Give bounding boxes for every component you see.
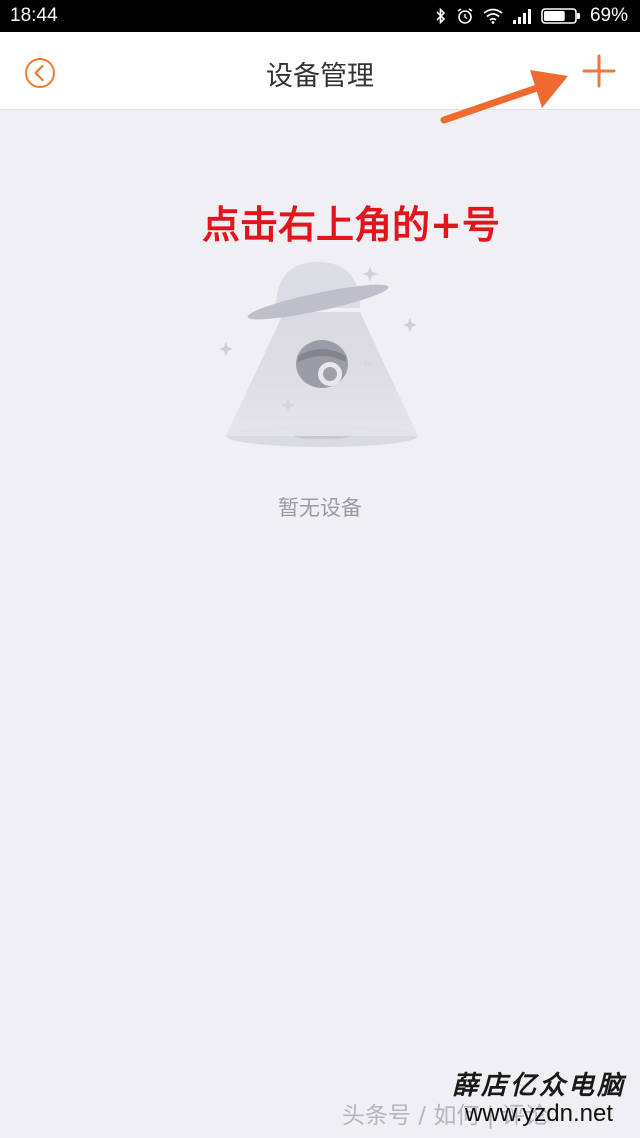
annotation-text: 点击右上角的+号 <box>202 203 500 247</box>
plus-icon <box>582 54 616 88</box>
add-device-button[interactable] <box>580 52 618 90</box>
empty-state-text: 暂无设备 <box>278 496 362 520</box>
alarm-icon <box>457 8 473 24</box>
status-bar: 18:44 69% <box>0 0 640 32</box>
battery-percent: 69% <box>589 5 628 26</box>
battery-icon <box>541 8 580 24</box>
wifi-icon <box>483 8 503 24</box>
bluetooth-icon <box>436 7 446 25</box>
status-time: 18:44 <box>10 5 58 26</box>
watermark-brand-name: 薛店亿众电脑 <box>451 1071 626 1101</box>
watermark-url: www.yzdn.net <box>464 1099 614 1127</box>
signal-icon <box>512 9 531 24</box>
watermark-brand: 薛店亿众电脑 www.yzdn.net <box>446 1072 632 1127</box>
status-icons: 69% <box>435 5 628 27</box>
ufo-camera-illustration <box>219 262 418 447</box>
annotation-arrow-icon <box>440 70 568 124</box>
